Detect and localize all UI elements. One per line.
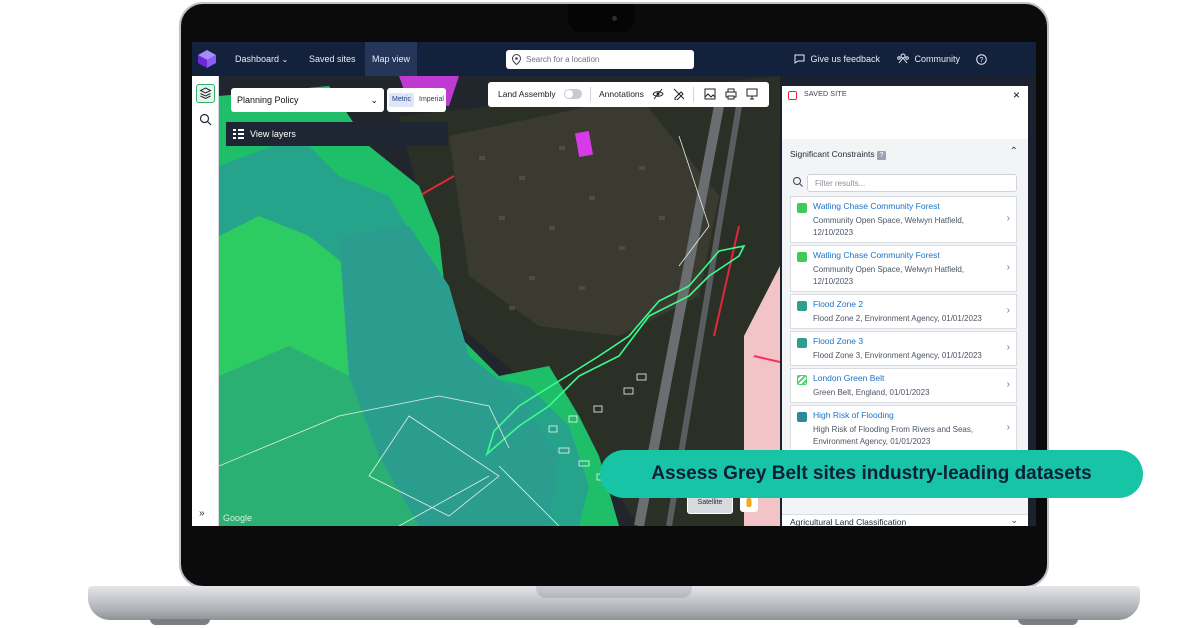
constraint-title: Watling Chase Community Forest xyxy=(813,250,940,260)
feedback-label: Give us feedback xyxy=(810,54,881,64)
view-layers-button[interactable]: View layers xyxy=(226,122,448,146)
camera-icon xyxy=(612,16,617,21)
land-assembly-label: Land Assembly xyxy=(498,89,556,99)
search-placeholder: Search for a location xyxy=(526,55,600,64)
chevron-up-icon[interactable]: ⌃ xyxy=(1010,146,1018,157)
laptop-foot xyxy=(150,619,210,625)
nav-saved-sites[interactable]: Saved sites xyxy=(309,42,356,76)
close-icon[interactable]: × xyxy=(1013,88,1020,102)
feedback-button[interactable]: Give us feedback xyxy=(794,42,880,76)
constraint-description: Community Open Space, Welwyn Hatfield, 1… xyxy=(813,216,965,237)
unit-imperial-button[interactable]: Imperial xyxy=(416,93,447,107)
unit-metric-button[interactable]: Metric xyxy=(389,93,415,107)
layers-button[interactable] xyxy=(196,84,215,103)
search-icon xyxy=(199,113,212,126)
layers-icon xyxy=(199,87,212,100)
chevron-down-icon: ⌄ xyxy=(370,95,378,105)
land-assembly-toggle[interactable] xyxy=(564,89,582,99)
nav-map-view[interactable]: Map view xyxy=(365,42,418,76)
constraint-description: Flood Zone 2, Environment Agency, 01/01/… xyxy=(813,314,982,323)
chevron-down-icon: ⌄ xyxy=(281,55,289,64)
green-belt-hatch-icon xyxy=(797,375,807,385)
filter-results-input[interactable]: Filter results... xyxy=(807,174,1017,192)
search-icon xyxy=(793,177,803,187)
camera-notch xyxy=(568,4,634,32)
monitor-icon[interactable] xyxy=(746,88,758,100)
constraint-description: Community Open Space, Welwyn Hatfield, 1… xyxy=(813,265,965,286)
google-attribution: Google xyxy=(223,513,253,523)
constraint-swatch xyxy=(797,338,807,348)
chevron-right-icon: › xyxy=(1006,262,1010,273)
constraint-title: High Risk of Flooding xyxy=(813,410,894,420)
annotations-label: Annotations xyxy=(599,89,644,99)
chevron-down-icon: ⌄ xyxy=(1010,515,1018,525)
constraint-swatch xyxy=(797,203,807,213)
constraint-item[interactable]: Flood Zone 3 Flood Zone 3, Environment A… xyxy=(790,331,1017,366)
top-navbar: Dashboard ⌄ Saved sites Map view Search … xyxy=(192,42,1036,76)
view-layers-label: View layers xyxy=(250,129,296,139)
unit-toggle: Metric Imperial xyxy=(387,88,446,112)
left-toolbar: » xyxy=(192,76,219,526)
constraint-title: Flood Zone 3 xyxy=(813,336,864,346)
toolbar-divider xyxy=(590,87,591,102)
agri-section-title: Agricultural Land Classification xyxy=(790,517,907,526)
constraint-item[interactable]: London Green Belt Green Belt, England, 0… xyxy=(790,368,1017,403)
chevron-right-icon: › xyxy=(1006,422,1010,433)
help-icon[interactable]: ? xyxy=(976,54,987,65)
constraint-swatch xyxy=(797,301,807,311)
image-icon[interactable] xyxy=(704,88,716,100)
expand-sidebar-icon[interactable]: » xyxy=(199,508,205,519)
community-label: Community xyxy=(914,54,961,64)
constraint-item[interactable]: Watling Chase Community Forest Community… xyxy=(790,245,1017,292)
agri-section-header[interactable]: Agricultural Land Classification ⌄ xyxy=(782,514,1028,526)
constraint-item[interactable]: High Risk of Flooding High Risk of Flood… xyxy=(790,405,1017,452)
info-icon[interactable]: ? xyxy=(876,151,886,160)
constraint-item[interactable]: Flood Zone 2 Flood Zone 2, Environment A… xyxy=(790,294,1017,329)
location-pin-icon xyxy=(512,54,521,65)
chevron-right-icon: › xyxy=(1006,379,1010,390)
constraint-title: London Green Belt xyxy=(813,373,885,383)
search-tool-button[interactable] xyxy=(196,110,215,129)
list-icon xyxy=(233,129,244,139)
chevron-right-icon: › xyxy=(1006,305,1010,316)
location-search-input[interactable]: Search for a location xyxy=(506,50,694,69)
app-logo-icon[interactable] xyxy=(198,50,216,68)
nav-dashboard[interactable]: Dashboard ⌄ xyxy=(235,42,288,76)
promo-badge: Assess Grey Belt sites industry-leading … xyxy=(600,450,1143,498)
constraint-swatch xyxy=(797,412,807,422)
policy-select[interactable]: Planning Policy ⌄ xyxy=(231,88,384,112)
panel-title: SAVED SITE xyxy=(804,91,847,98)
constraint-swatch xyxy=(797,252,807,262)
nav-dashboard-label: Dashboard xyxy=(235,54,280,64)
constraint-description: High Risk of Flooding From Rivers and Se… xyxy=(813,425,974,446)
constraint-title: Watling Chase Community Forest xyxy=(813,201,940,211)
constraint-item[interactable]: Watling Chase Community Forest Community… xyxy=(790,196,1017,243)
draw-off-icon[interactable] xyxy=(673,88,685,100)
constraint-description: Flood Zone 3, Environment Agency, 01/01/… xyxy=(813,351,982,360)
constraints-title: Significant Constraints xyxy=(790,149,875,159)
constraints-header[interactable]: Significant Constraints ? xyxy=(790,149,886,160)
chevron-right-icon: › xyxy=(1006,342,1010,353)
map-toolbar: Land Assembly Annotations xyxy=(488,82,769,107)
eye-off-icon[interactable] xyxy=(652,88,664,100)
chat-icon xyxy=(794,54,805,64)
print-icon[interactable] xyxy=(725,88,737,100)
svg-text:?: ? xyxy=(980,57,984,64)
toolbar-divider xyxy=(693,87,694,102)
constraint-description: Green Belt, England, 01/01/2023 xyxy=(813,388,930,397)
community-icon xyxy=(897,53,909,64)
community-button[interactable]: Community xyxy=(897,42,960,76)
constraint-title: Flood Zone 2 xyxy=(813,299,864,309)
laptop-foot xyxy=(1018,619,1078,625)
site-color-swatch xyxy=(788,91,797,100)
satellite-label: Satellite xyxy=(697,499,723,506)
chevron-right-icon: › xyxy=(1006,213,1010,224)
filter-placeholder: Filter results... xyxy=(815,179,866,188)
laptop-base-notch xyxy=(536,586,692,598)
policy-select-value: Planning Policy xyxy=(237,95,299,105)
